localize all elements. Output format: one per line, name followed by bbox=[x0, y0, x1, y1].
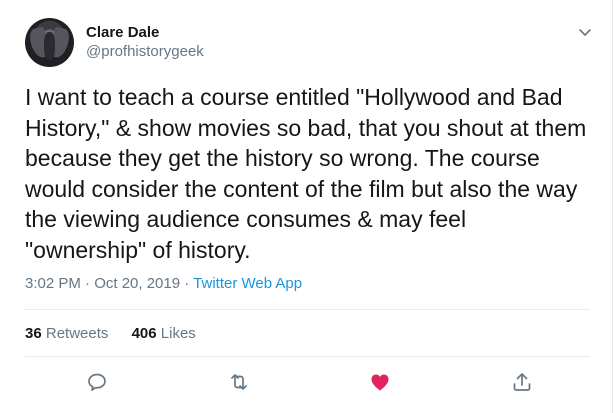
divider-bottom bbox=[25, 356, 590, 357]
meta-separator: · bbox=[180, 275, 194, 292]
retweet-icon[interactable] bbox=[227, 370, 251, 394]
retweets-label: Retweets bbox=[45, 325, 109, 342]
reply-icon[interactable] bbox=[85, 370, 109, 394]
tweet-text: I want to teach a course entitled "Holly… bbox=[25, 84, 587, 263]
author-handle[interactable]: @profhistorygeek bbox=[86, 43, 204, 60]
tweet-source-link[interactable]: Twitter Web App bbox=[193, 275, 302, 292]
card-border bbox=[612, 0, 613, 413]
heart-icon[interactable] bbox=[368, 370, 392, 394]
author-name[interactable]: Clare Dale bbox=[86, 24, 159, 41]
share-icon[interactable] bbox=[510, 370, 534, 394]
tweet-stats: 36 Retweets 406 Likes bbox=[25, 325, 196, 342]
tweet-timestamp[interactable]: 3:02 PM · Oct 20, 2019 bbox=[25, 275, 180, 292]
chevron-down-icon[interactable] bbox=[577, 24, 593, 40]
likes-count: 406 bbox=[131, 325, 157, 342]
retweets-stat[interactable]: 36 Retweets bbox=[25, 325, 108, 342]
retweets-count: 36 bbox=[25, 325, 42, 342]
likes-label: Likes bbox=[160, 325, 196, 342]
avatar-art-figure bbox=[44, 32, 55, 60]
likes-stat[interactable]: 406 Likes bbox=[132, 325, 196, 342]
tweet-card: Clare Dale @profhistorygeek I want to te… bbox=[0, 0, 615, 413]
tweet-meta: 3:02 PM · Oct 20, 2019 · Twitter Web App bbox=[25, 275, 302, 292]
divider-top bbox=[25, 309, 590, 310]
avatar[interactable] bbox=[25, 18, 74, 67]
